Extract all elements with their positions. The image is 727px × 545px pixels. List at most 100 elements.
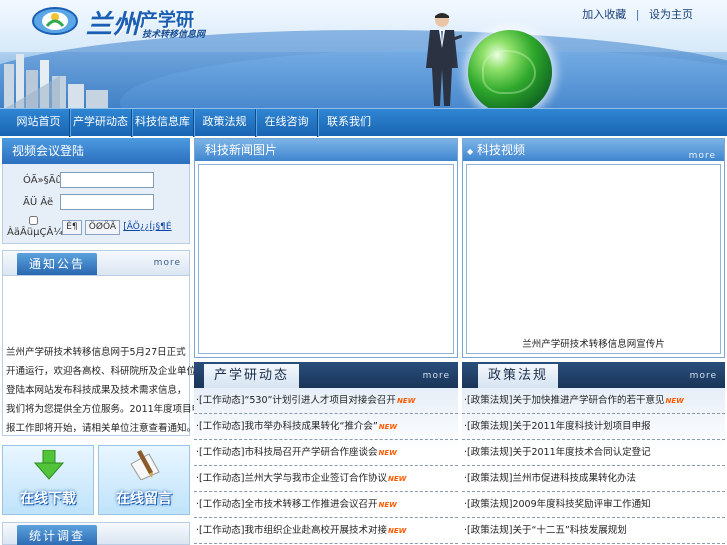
remember-group: ÀäÂüµÇÂ¼ [7,216,63,238]
news-title: 关于2011年度技术合同认定登记 [512,447,651,458]
list-item[interactable]: ·[政策法规]兰州市促进科技成果转化办法 [462,466,725,492]
news-category: [工作动态] [199,421,245,432]
list-item[interactable]: ·[工作动态]全市技术转移工作推进会议召开NEW [194,492,458,518]
quick-links: 在线下载 在线留言 [2,445,190,517]
new-badge: NEW [378,449,397,457]
news-title: 关于2011年度科技计划项目申报 [512,421,651,432]
login-button[interactable]: È¶ [62,220,82,235]
video-caption[interactable]: 兰州产学研技术转移信息网宣传片 [467,336,720,350]
new-badge: NEW [665,397,684,405]
password-label: ÃÜ Âë [23,196,54,208]
main-nav: 网站首页 产学研动态 科技信息库 政策法规 在线咨询 联系我们 [0,108,727,137]
news-category: [工作动态] [199,395,245,406]
login-title: 视频会议登陆 [2,138,190,164]
policy-section: 政策法规 more ·[政策法规]关于加快推进产学研合作的若干意见NEW ·[政… [462,362,725,545]
list-item[interactable]: ·[政策法规]关于2011年度技术合同认定登记 [462,440,725,466]
list-item[interactable]: ·[政策法规]2009年度科技奖励评审工作通知 [462,492,725,518]
iur-news-section: 产学研动态 more ·[工作动态]“530”计划引进人才项目对接会召开NEW … [194,362,458,545]
video-player-area[interactable]: 兰州产学研技术转移信息网宣传片 [466,164,721,354]
download-arrow-icon [33,450,65,480]
notice-line[interactable]: 开通运行，欢迎各高校、科研院所及企业单位 [6,363,196,377]
username-input[interactable] [60,172,155,188]
notice-line[interactable]: 兰州产学研技术转移信息网于5月27日正式 [6,344,186,358]
username-row: ÓÃ»§Ãû [23,172,155,188]
iur-news-list: ·[工作动态]“530”计划引进人才项目对接会召开NEW ·[工作动态]我市举办… [194,388,458,545]
login-form: ÓÃ»§Ãû ÃÜ Âë ÀäÂüµÇÂ¼ È¶ ÖØÖÃ [ÃÖ¿¿Í¡§¶É [2,164,190,244]
add-favorite-link[interactable]: 加入收藏 [582,8,626,21]
policy-list: ·[政策法规]关于加快推进产学研合作的若干意见NEW ·[政策法规]关于2011… [462,388,725,545]
news-category: [政策法规] [467,447,513,458]
news-title: 兰州市促进科技成果转化办法 [512,473,636,484]
notice-more-link[interactable]: more [154,258,181,268]
nav-item-contact[interactable]: 联系我们 [318,109,380,137]
iur-news-title: 产学研动态 [204,364,300,388]
policy-header: 政策法规 more [462,362,725,388]
online-download-button[interactable]: 在线下载 [2,445,94,515]
nav-item-iur-news[interactable]: 产学研动态 [70,109,132,137]
site-banner: 兰州 产学研 技术转移信息网 加入收藏 | 设为主页 [0,0,727,108]
news-title: 2009年度科技奖励评审工作通知 [512,499,651,510]
list-item[interactable]: ·[工作动态]兰州大学与我市企业签订合作协议NEW [194,466,458,492]
news-category: [工作动态] [199,499,245,510]
new-badge: NEW [378,501,397,509]
set-homepage-link[interactable]: 设为主页 [649,8,693,21]
notice-title: 通知公告 [17,253,98,275]
left-column: 视频会议登陆 ÓÃ»§Ãû ÃÜ Âë ÀäÂüµÇÂ¼ È¶ ÖØÖÃ [ÃÖ… [2,138,201,545]
news-category: [政策法规] [467,525,513,536]
tech-video-header: ◆ 科技视频 more [463,139,724,161]
list-item[interactable]: ·[政策法规]关于加快推进产学研合作的若干意见NEW [462,388,725,414]
new-badge: NEW [378,423,398,431]
news-photo-area[interactable] [198,164,454,354]
notice-line[interactable]: 我们将为您提供全方位服务。2011年度项目申 [6,401,201,415]
list-item[interactable]: ·[工作动态]“530”计划引进人才项目对接会召开NEW [194,388,458,414]
list-item[interactable]: ·[工作动态]我市举办科技成果转化“推介会”NEW [194,414,458,440]
list-item[interactable]: ·[工作动态]我市组织企业赴高校开展技术对接NEW [194,518,458,544]
register-link[interactable]: [ÃÖ¿¿Í¡§¶É [123,222,171,232]
password-input[interactable] [60,194,155,210]
iur-news-more-link[interactable]: more [423,371,450,381]
username-label: ÓÃ»§Ãû [23,174,62,186]
news-title: 我市组织企业赴高校开展技术对接 [244,525,387,536]
password-row: ÃÜ Âë [23,194,155,210]
city-buildings-image [4,54,108,108]
globe-image [468,30,552,108]
tech-video-panel: ◆ 科技视频 more 兰州产学研技术转移信息网宣传片 [462,138,725,358]
nav-item-tech-database[interactable]: 科技信息库 [132,109,194,137]
news-title: 市科技局召开产学研合作座谈会 [244,447,378,458]
nav-item-home[interactable]: 网站首页 [8,109,70,137]
online-download-label: 在线下载 [20,491,76,507]
nav-item-policy[interactable]: 政策法规 [194,109,256,137]
news-title: 关于加快推进产学研合作的若干意见 [512,395,665,406]
news-title: 我市举办科技成果转化“推介会” [244,421,378,432]
bullet-icon: ◆ [467,147,474,156]
list-item[interactable]: ·[政策法规]关于“十二五”科技发展规划 [462,518,725,544]
tech-news-photos-header: 科技新闻图片 [195,139,457,161]
news-category: [政策法规] [467,499,513,510]
news-category: [工作动态] [199,473,245,484]
list-item[interactable]: ·[工作动态]市科技局召开产学研合作座谈会NEW [194,440,458,466]
top-links-divider: | [635,8,640,21]
news-category: [政策法规] [467,421,513,432]
news-title: 全市技术转移工作推进会议召开 [244,499,378,510]
login-actions-row: ÀäÂüµÇÂ¼ È¶ ÖØÖÃ [ÃÖ¿¿Í¡§¶É [7,216,189,238]
policy-title: 政策法规 [478,364,559,388]
notice-line[interactable]: 登陆本网站发布科技成果及技术需求信息， [6,382,187,396]
remember-checkbox[interactable] [28,216,38,225]
tech-news-photos-title: 科技新闻图片 [205,143,278,157]
news-category: [工作动态] [199,447,245,458]
nav-item-consult[interactable]: 在线咨询 [256,109,318,137]
notice-line[interactable]: 报工作即将开始，请相关单位注意查看通知。 [6,420,196,434]
logo-emblem-icon [32,7,78,35]
businessman-image [426,13,462,106]
online-message-label: 在线留言 [116,491,172,507]
policy-more-link[interactable]: more [690,371,717,381]
reset-button[interactable]: ÖØÖÃ [84,220,121,235]
news-category: [政策法规] [467,395,513,406]
pen-paper-icon [130,450,160,480]
news-category: [政策法规] [467,473,513,484]
tech-news-photos-panel: 科技新闻图片 [194,138,458,358]
notice-body: 兰州产学研技术转移信息网于5月27日正式 开通运行，欢迎各高校、科研院所及企业单… [2,276,201,436]
list-item[interactable]: ·[政策法规]关于2011年度科技计划项目申报 [462,414,725,440]
remember-label: ÀäÂüµÇÂ¼ [7,227,64,238]
online-message-button[interactable]: 在线留言 [98,445,190,515]
